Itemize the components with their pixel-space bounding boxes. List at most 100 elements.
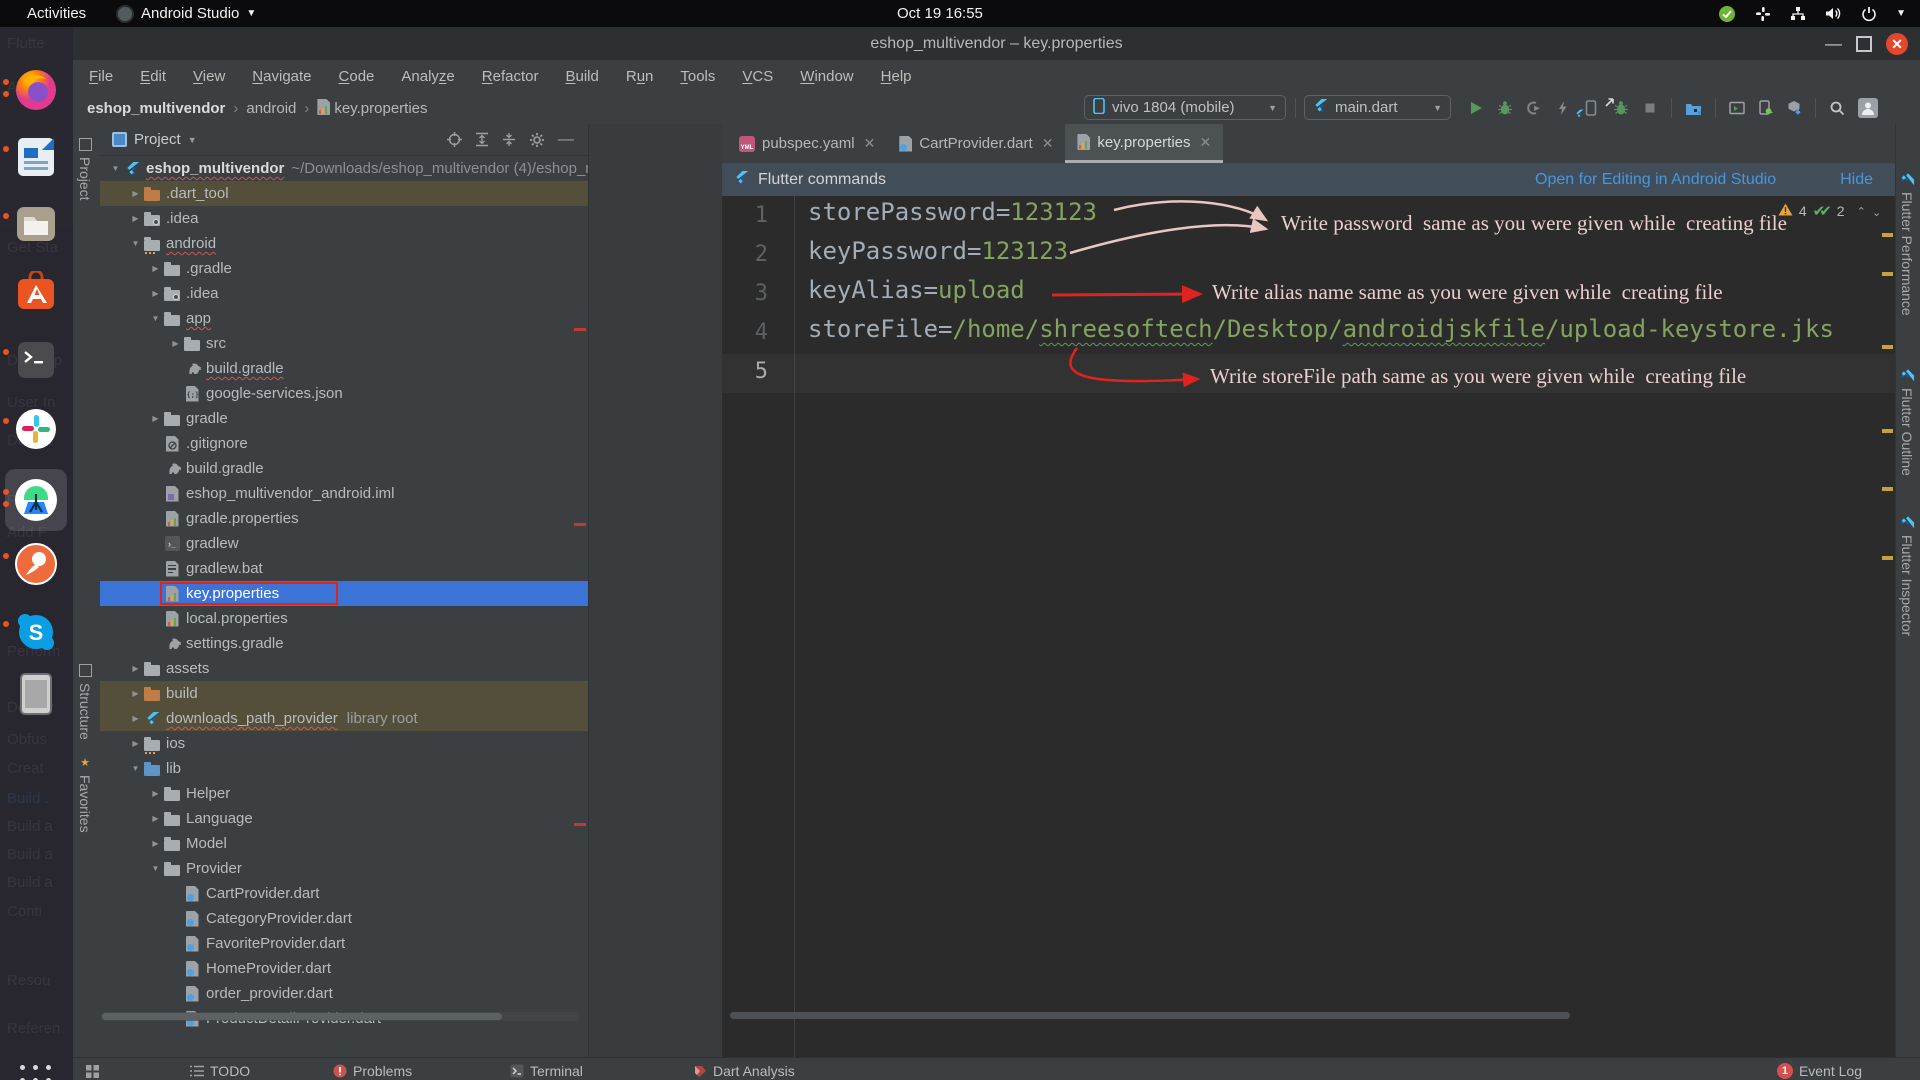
menu-navigate[interactable]: Navigate xyxy=(252,68,311,85)
toolwindow-problems[interactable]: Problems xyxy=(333,1058,412,1080)
tree-item-gradlew[interactable]: ›_ gradlew xyxy=(100,531,588,556)
avd-manager-icon[interactable] xyxy=(1758,100,1773,116)
tree-item-gradle[interactable]: ▶ gradle xyxy=(100,406,588,431)
breadcrumb-item[interactable]: key.properties xyxy=(317,99,428,117)
open-in-android-studio-link[interactable]: Open for Editing in Android Studio xyxy=(1535,171,1776,189)
tree-item-eshop_multivendor[interactable]: ▼ eshop_multivendor ~/Downloads/eshop_mult… xyxy=(100,156,588,181)
menu-view[interactable]: View xyxy=(193,68,225,85)
tree-item-.gitignore[interactable]: .gitignore xyxy=(100,431,588,456)
tree-chevron[interactable]: ▼ xyxy=(128,764,143,773)
device-selector[interactable]: vivo 1804 (mobile) ▼ xyxy=(1084,95,1286,120)
tree-chevron[interactable]: ▶ xyxy=(128,214,143,223)
tree-item-downloads_path_provider[interactable]: ▶ downloads_path_provider library root xyxy=(100,706,588,731)
show-applications-button[interactable] xyxy=(20,1065,53,1080)
tree-item-lib[interactable]: ▼ lib xyxy=(100,756,588,781)
activities-button[interactable]: Activities xyxy=(27,0,86,27)
gear-icon[interactable] xyxy=(529,132,545,148)
project-pane-dropdown[interactable]: ▼ xyxy=(188,135,197,145)
tree-item-build.gradle[interactable]: build.gradle xyxy=(100,356,588,381)
toolwindow-terminal[interactable]: Terminal xyxy=(510,1058,583,1080)
power-icon[interactable] xyxy=(1861,6,1877,22)
code-line-4[interactable]: storeFile=/home/shreesoftech/Desktop/and… xyxy=(808,315,1834,343)
event-log-button[interactable]: 1 Event Log xyxy=(1776,1058,1862,1080)
inspection-widget[interactable]: 4 ✔✔ 2 ⌃ ⌃ xyxy=(1778,202,1881,220)
menu-build[interactable]: Build xyxy=(565,68,598,85)
bolt-icon[interactable] xyxy=(1555,100,1571,116)
volume-icon[interactable] xyxy=(1825,6,1842,21)
toolwindow-dart-analysis[interactable]: Dart Analysis xyxy=(693,1058,795,1080)
close-tab-icon[interactable]: ✕ xyxy=(1042,135,1054,152)
tree-item-.idea[interactable]: ▶ .idea xyxy=(100,206,588,231)
tree-item-android[interactable]: ▼ android xyxy=(100,231,588,256)
breadcrumb-item[interactable]: eshop_multivendor xyxy=(87,100,225,117)
project-pane-title[interactable]: Project xyxy=(134,131,181,148)
tree-chevron[interactable]: ▼ xyxy=(148,314,163,323)
tree-chevron[interactable]: ▶ xyxy=(148,839,163,848)
dock-item-ubuntu-software[interactable] xyxy=(13,269,59,315)
menu-analyze[interactable]: Analyze xyxy=(401,68,454,85)
tree-item-Language[interactable]: ▶ Language xyxy=(100,806,588,831)
stripe-flutter-inspector[interactable]: Flutter Inspector xyxy=(1899,514,1915,636)
tree-item-build[interactable]: ▶ build xyxy=(100,681,588,706)
tree-chevron[interactable]: ▶ xyxy=(128,689,143,698)
menu-vcs[interactable]: VCS xyxy=(742,68,773,85)
stop-icon[interactable] xyxy=(1642,100,1658,116)
tree-item-Helper[interactable]: ▶ Helper xyxy=(100,781,588,806)
tree-item-order_provider.dart[interactable]: order_provider.dart xyxy=(100,981,588,1006)
dock-item-firefox[interactable] xyxy=(13,67,59,113)
prev-problem-icon[interactable]: ⌃ xyxy=(1857,205,1866,218)
system-tray[interactable]: ▼ xyxy=(1718,0,1906,27)
dock-item-terminal[interactable] xyxy=(13,337,59,383)
toolwindow-todo[interactable]: TODO xyxy=(190,1058,250,1080)
status-badge-icon[interactable] xyxy=(1718,5,1736,23)
network-icon[interactable] xyxy=(1790,6,1806,21)
stripe-flutter-performance[interactable]: Flutter Performance xyxy=(1899,171,1915,316)
dock-item-android-studio[interactable] xyxy=(13,477,59,523)
hide-link[interactable]: Hide xyxy=(1840,171,1873,189)
tree-item-CategoryProvider.dart[interactable]: CategoryProvider.dart xyxy=(100,906,588,931)
tree-item-FavoriteProvider.dart[interactable]: FavoriteProvider.dart xyxy=(100,931,588,956)
pane-splitter-area[interactable] xyxy=(589,124,723,1057)
tree-item-settings.gradle[interactable]: settings.gradle xyxy=(100,631,588,656)
chevron-down-icon[interactable]: ▼ xyxy=(1896,8,1906,19)
tree-item-HomeProvider.dart[interactable]: HomeProvider.dart xyxy=(100,956,588,981)
menu-run[interactable]: Run xyxy=(626,68,654,85)
tree-chevron[interactable]: ▶ xyxy=(128,714,143,723)
logcat-icon[interactable] xyxy=(1729,101,1745,116)
menu-tools[interactable]: Tools xyxy=(680,68,715,85)
menu-refactor[interactable]: Refactor xyxy=(482,68,539,85)
dock-item-slack[interactable] xyxy=(13,406,59,452)
run-icon[interactable] xyxy=(1468,100,1484,116)
code-line-1[interactable]: storePassword=123123 xyxy=(808,198,1097,226)
dock-item-device[interactable] xyxy=(13,671,59,717)
tree-item-.dart_tool[interactable]: ▶ .dart_tool xyxy=(100,181,588,206)
debug-icon[interactable] xyxy=(1497,100,1513,116)
tree-chevron[interactable]: ▼ xyxy=(128,239,143,248)
tab-key.properties[interactable]: key.properties ✕ xyxy=(1065,124,1224,163)
stripe-project[interactable]: Project xyxy=(77,138,93,201)
next-problem-icon[interactable]: ⌃ xyxy=(1872,205,1881,218)
close-button[interactable]: ✕ xyxy=(1886,33,1908,55)
tree-chevron[interactable]: ▶ xyxy=(148,414,163,423)
tree-item-local.properties[interactable]: local.properties xyxy=(100,606,588,631)
tab-CartProvider.dart[interactable]: CartProvider.dart ✕ xyxy=(887,124,1065,163)
close-tab-icon[interactable]: ✕ xyxy=(864,135,876,152)
tree-item-.idea[interactable]: ▶ .idea xyxy=(100,281,588,306)
tree-item-src[interactable]: ▶ src xyxy=(100,331,588,356)
tab-pubspec.yaml[interactable]: YML pubspec.yaml ✕ xyxy=(727,124,887,163)
tree-chevron[interactable]: ▶ xyxy=(128,189,143,198)
tree-chevron[interactable]: ▶ xyxy=(128,739,143,748)
tree-chevron[interactable]: ▶ xyxy=(148,264,163,273)
tree-chevron[interactable]: ▼ xyxy=(148,864,163,873)
tree-item-gradlew.bat[interactable]: gradlew.bat xyxy=(100,556,588,581)
dock-item-postman[interactable] xyxy=(13,541,59,587)
editor-content[interactable]: 12345 storePassword=123123 keyPassword=12… xyxy=(722,196,1895,1057)
tree-item-key.properties[interactable]: key.properties xyxy=(100,581,588,606)
tree-item-.gradle[interactable]: ▶ .gradle xyxy=(100,256,588,281)
tree-item-eshop_multivendor_android.iml[interactable]: eshop_multivendor_android.iml xyxy=(100,481,588,506)
tree-chevron[interactable]: ▶ xyxy=(128,664,143,673)
dock-item-skype[interactable]: S xyxy=(13,609,59,655)
project-horizontal-scrollbar[interactable] xyxy=(100,1012,580,1021)
clock[interactable]: Oct 19 16:55 xyxy=(897,0,983,27)
stripe-favorites[interactable]: ★ Favorites xyxy=(77,756,93,833)
